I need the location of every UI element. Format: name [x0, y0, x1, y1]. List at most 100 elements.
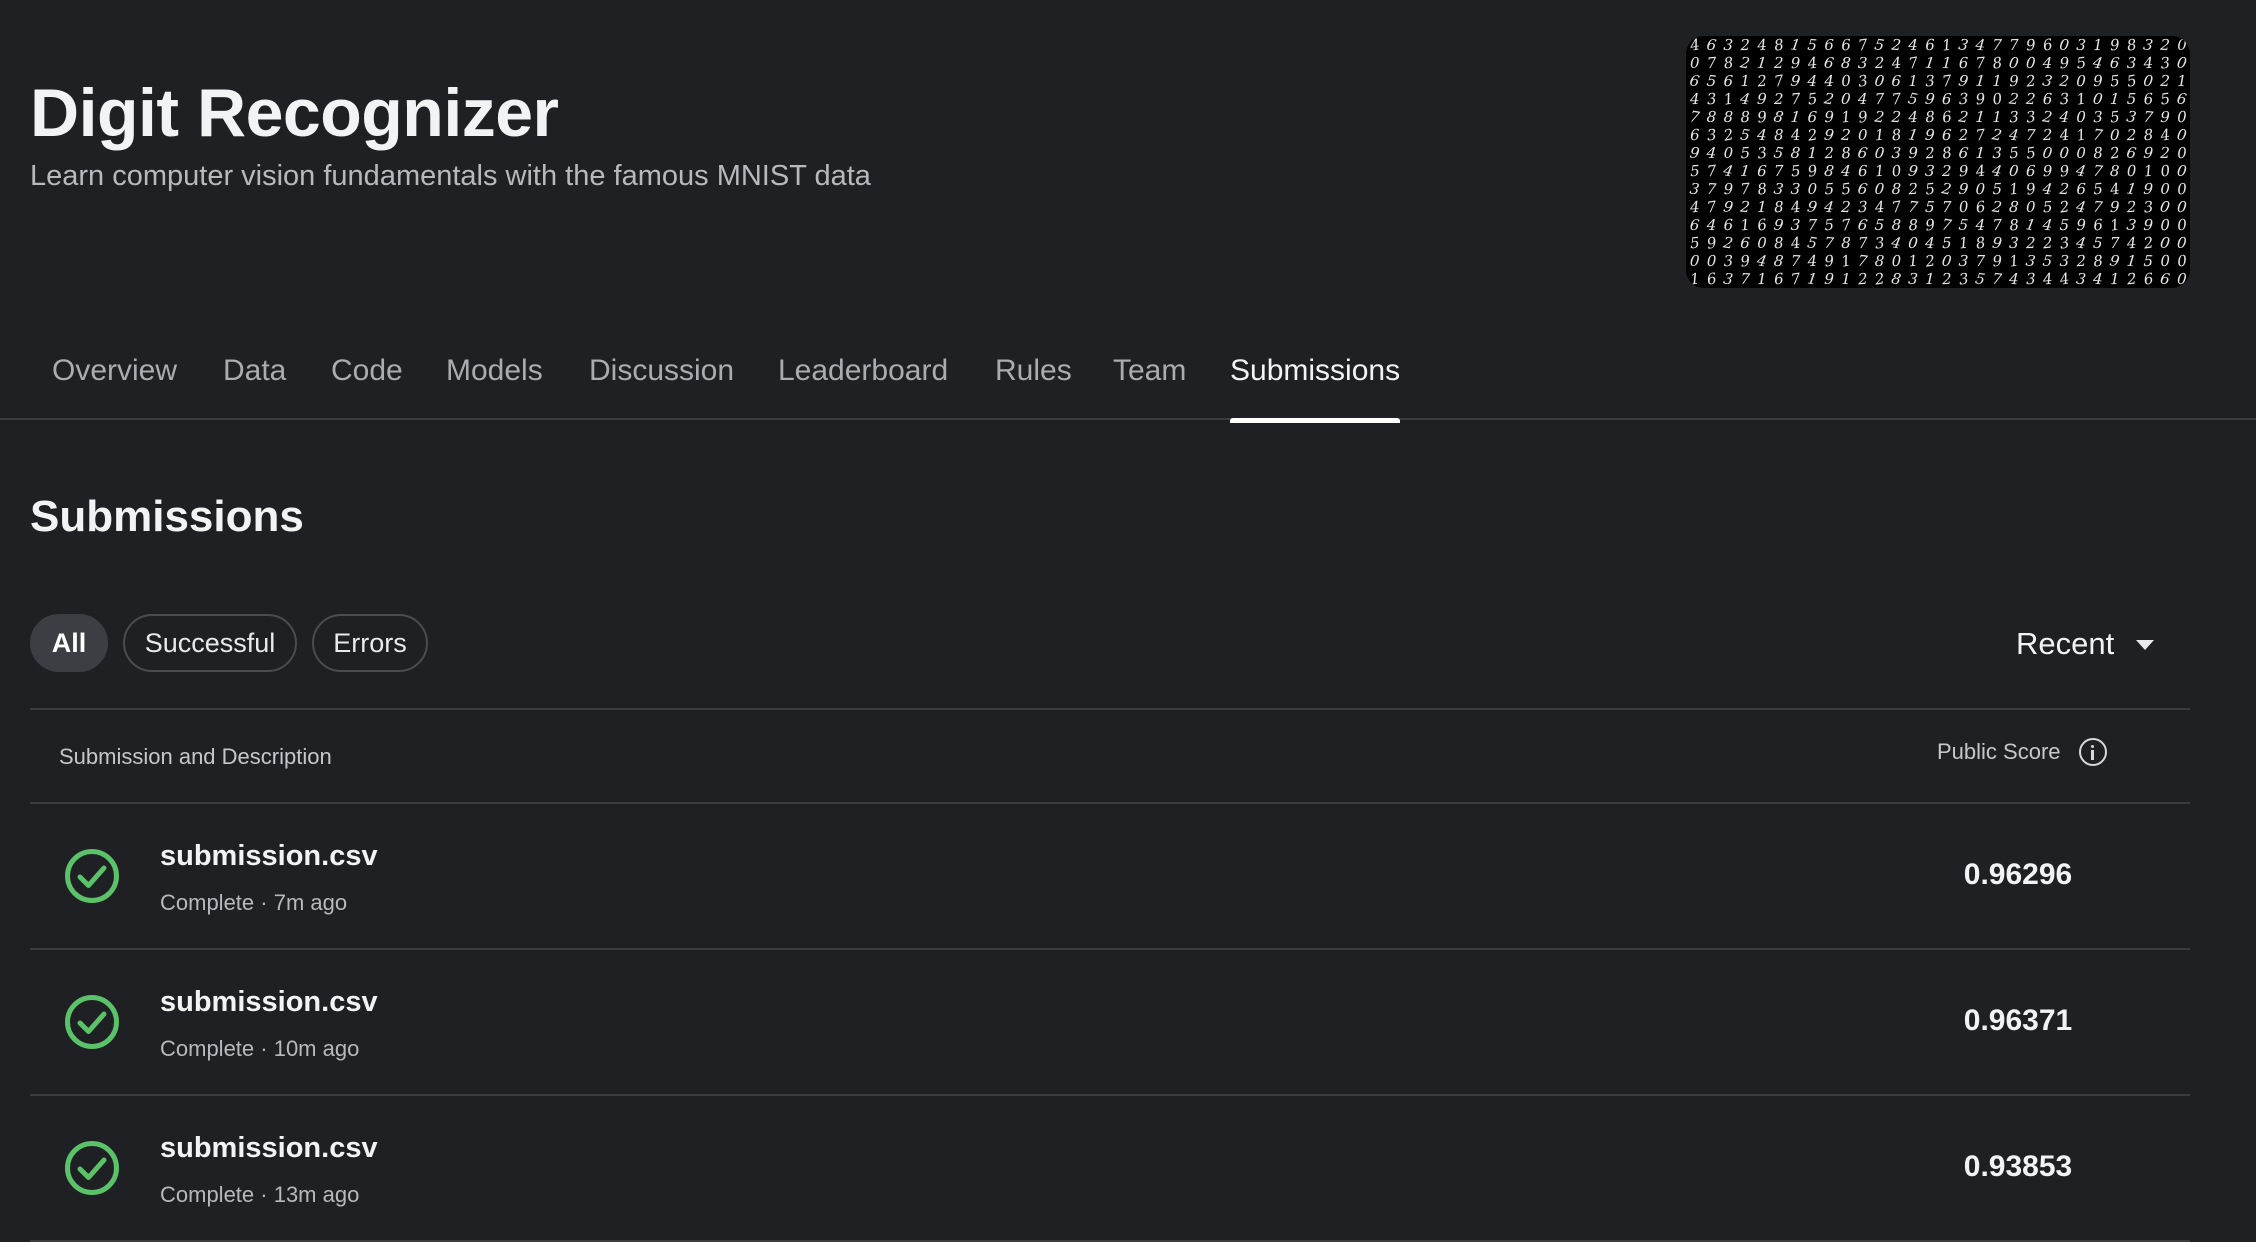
mnist-digit: 9: [2042, 162, 2053, 180]
mnist-digit: 5: [1974, 269, 1987, 288]
mnist-digit: 7: [2110, 234, 2120, 252]
mnist-digit: 6: [2143, 90, 2154, 109]
mnist-digit: 4: [2074, 233, 2087, 252]
submission-file-name[interactable]: submission.csv: [160, 1132, 378, 1165]
tab-code[interactable]: Code: [331, 354, 403, 420]
mnist-digit: 4: [1789, 198, 1802, 217]
mnist-digit: 1: [1756, 54, 1767, 73]
filter-successful-chip[interactable]: Successful: [123, 614, 297, 672]
filter-all-chip[interactable]: All: [30, 614, 108, 672]
mnist-digit: 0: [2176, 234, 2188, 253]
mnist-digit: 5: [1925, 198, 1935, 216]
mnist-digit: 5: [1924, 180, 1936, 199]
mnist-digit: 3: [1706, 126, 1717, 145]
mnist-digit: 6: [1824, 36, 1834, 54]
mnist-digit: 0: [2160, 180, 2170, 198]
mnist-digit: 6: [1689, 216, 1701, 235]
mnist-digit: 3: [1723, 252, 1733, 270]
mnist-digit: 3: [1958, 252, 1969, 271]
mnist-digit: 4: [1806, 72, 1817, 91]
table-row[interactable]: submission.csv Complete · 7m ago 0.96296: [30, 804, 2190, 950]
mnist-digit: 5: [2009, 144, 2020, 163]
mnist-digit: 0: [2176, 125, 2188, 144]
mnist-digit: 5: [2125, 71, 2138, 90]
tab-rules[interactable]: Rules: [995, 354, 1072, 420]
mnist-digit: 4: [1907, 36, 1918, 54]
submissions-heading: Submissions: [30, 492, 304, 541]
mnist-digit: 3: [2125, 107, 2138, 126]
mnist-digit: 2: [1739, 36, 1750, 54]
mnist-digit: 4: [1721, 161, 1735, 181]
mnist-digit: 9: [1790, 71, 1802, 90]
mnist-digit: 4: [1823, 72, 1834, 90]
mnist-digit: 2: [1773, 90, 1784, 108]
mnist-digit: 4: [1990, 161, 2003, 180]
mnist-digit: 1: [1757, 270, 1767, 288]
mnist-digit: 1: [1908, 252, 1919, 271]
table-row[interactable]: submission.csv Complete · 10m ago 0.9637…: [30, 950, 2190, 1096]
info-icon[interactable]: [2078, 738, 2107, 766]
tab-models[interactable]: Models: [446, 354, 543, 420]
mnist-digit: 0: [1907, 234, 1919, 253]
mnist-digit: 1: [1840, 251, 1853, 270]
mnist-digit: 0: [1724, 144, 1734, 162]
mnist-digit: 2: [1941, 270, 1952, 288]
mnist-digit: 9: [1756, 107, 1768, 126]
mnist-digit: 9: [1958, 162, 1969, 181]
tab-leaderboard[interactable]: Leaderboard: [778, 354, 948, 420]
filter-errors-chip[interactable]: Errors: [312, 614, 428, 672]
mnist-digit: 0: [1891, 252, 1901, 270]
mnist-digit: 6: [1891, 72, 1902, 91]
mnist-digit: 2: [1773, 54, 1784, 72]
sort-label: Recent: [2016, 626, 2115, 661]
mnist-digit: 3: [2025, 107, 2037, 126]
mnist-digit: 8: [1908, 216, 1919, 235]
mnist-digit: 5: [1807, 36, 1818, 54]
mnist-digit: 1: [2143, 162, 2154, 181]
mnist-digit: 4: [1756, 36, 1768, 54]
mnist-digit: 6: [2076, 180, 2086, 198]
mnist-digit: 4: [2108, 179, 2121, 198]
mnist-digit: 0: [1841, 72, 1853, 91]
mnist-digit: 4: [1688, 198, 1700, 217]
mnist-digit: 4: [1974, 161, 1987, 180]
mnist-digit: 7: [1890, 197, 1903, 216]
tab-discussion[interactable]: Discussion: [589, 354, 734, 420]
mnist-digit: 0: [1874, 180, 1886, 199]
mnist-digit: 1: [1925, 270, 1935, 288]
submission-file-name[interactable]: submission.csv: [160, 986, 378, 1019]
mnist-digit: 6: [1959, 54, 1969, 72]
table-row[interactable]: submission.csv Complete · 13m ago 0.9385…: [30, 1096, 2190, 1242]
mnist-digit: 1: [1908, 72, 1918, 90]
mnist-digit: 9: [2059, 161, 2071, 180]
mnist-digit: 0: [1707, 252, 1717, 270]
mnist-digit: 3: [2159, 54, 2171, 73]
mnist-digit: 8: [1892, 216, 1902, 234]
mnist-digit: 2: [1840, 126, 1852, 145]
mnist-digit: 3: [2059, 252, 2069, 270]
mnist-digit: 8: [2143, 126, 2154, 145]
mnist-digit: 6: [1823, 53, 1836, 72]
mnist-digit: 5: [2127, 90, 2137, 108]
mnist-digit: 8: [1756, 179, 1768, 198]
tab-data[interactable]: Data: [223, 354, 286, 420]
public-score: 0.96296: [1963, 858, 2073, 891]
mnist-digit: 2: [2024, 72, 2037, 91]
mnist-digit: 3: [1773, 179, 1785, 198]
tab-overview[interactable]: Overview: [52, 354, 177, 420]
sort-dropdown[interactable]: Recent: [2016, 622, 2155, 666]
mnist-digit: 2: [2159, 72, 2170, 91]
mnist-digit: 9: [1908, 144, 1919, 162]
mnist-digit: 6: [2159, 269, 2171, 288]
tab-submissions[interactable]: Submissions: [1230, 354, 1401, 423]
mnist-digit: 2: [1856, 270, 1868, 288]
mnist-digit: 1: [1757, 198, 1767, 216]
submission-file-name[interactable]: submission.csv: [160, 840, 378, 873]
mnist-digit: 1: [1722, 89, 1734, 108]
mnist-digit: 9: [2059, 54, 2070, 73]
mnist-digit: 5: [2059, 216, 2069, 234]
mnist-digit: 1: [2024, 215, 2037, 234]
tab-team[interactable]: Team: [1113, 354, 1186, 420]
mnist-digit: 4: [2074, 197, 2087, 216]
mnist-digit: 5: [1706, 72, 1717, 91]
